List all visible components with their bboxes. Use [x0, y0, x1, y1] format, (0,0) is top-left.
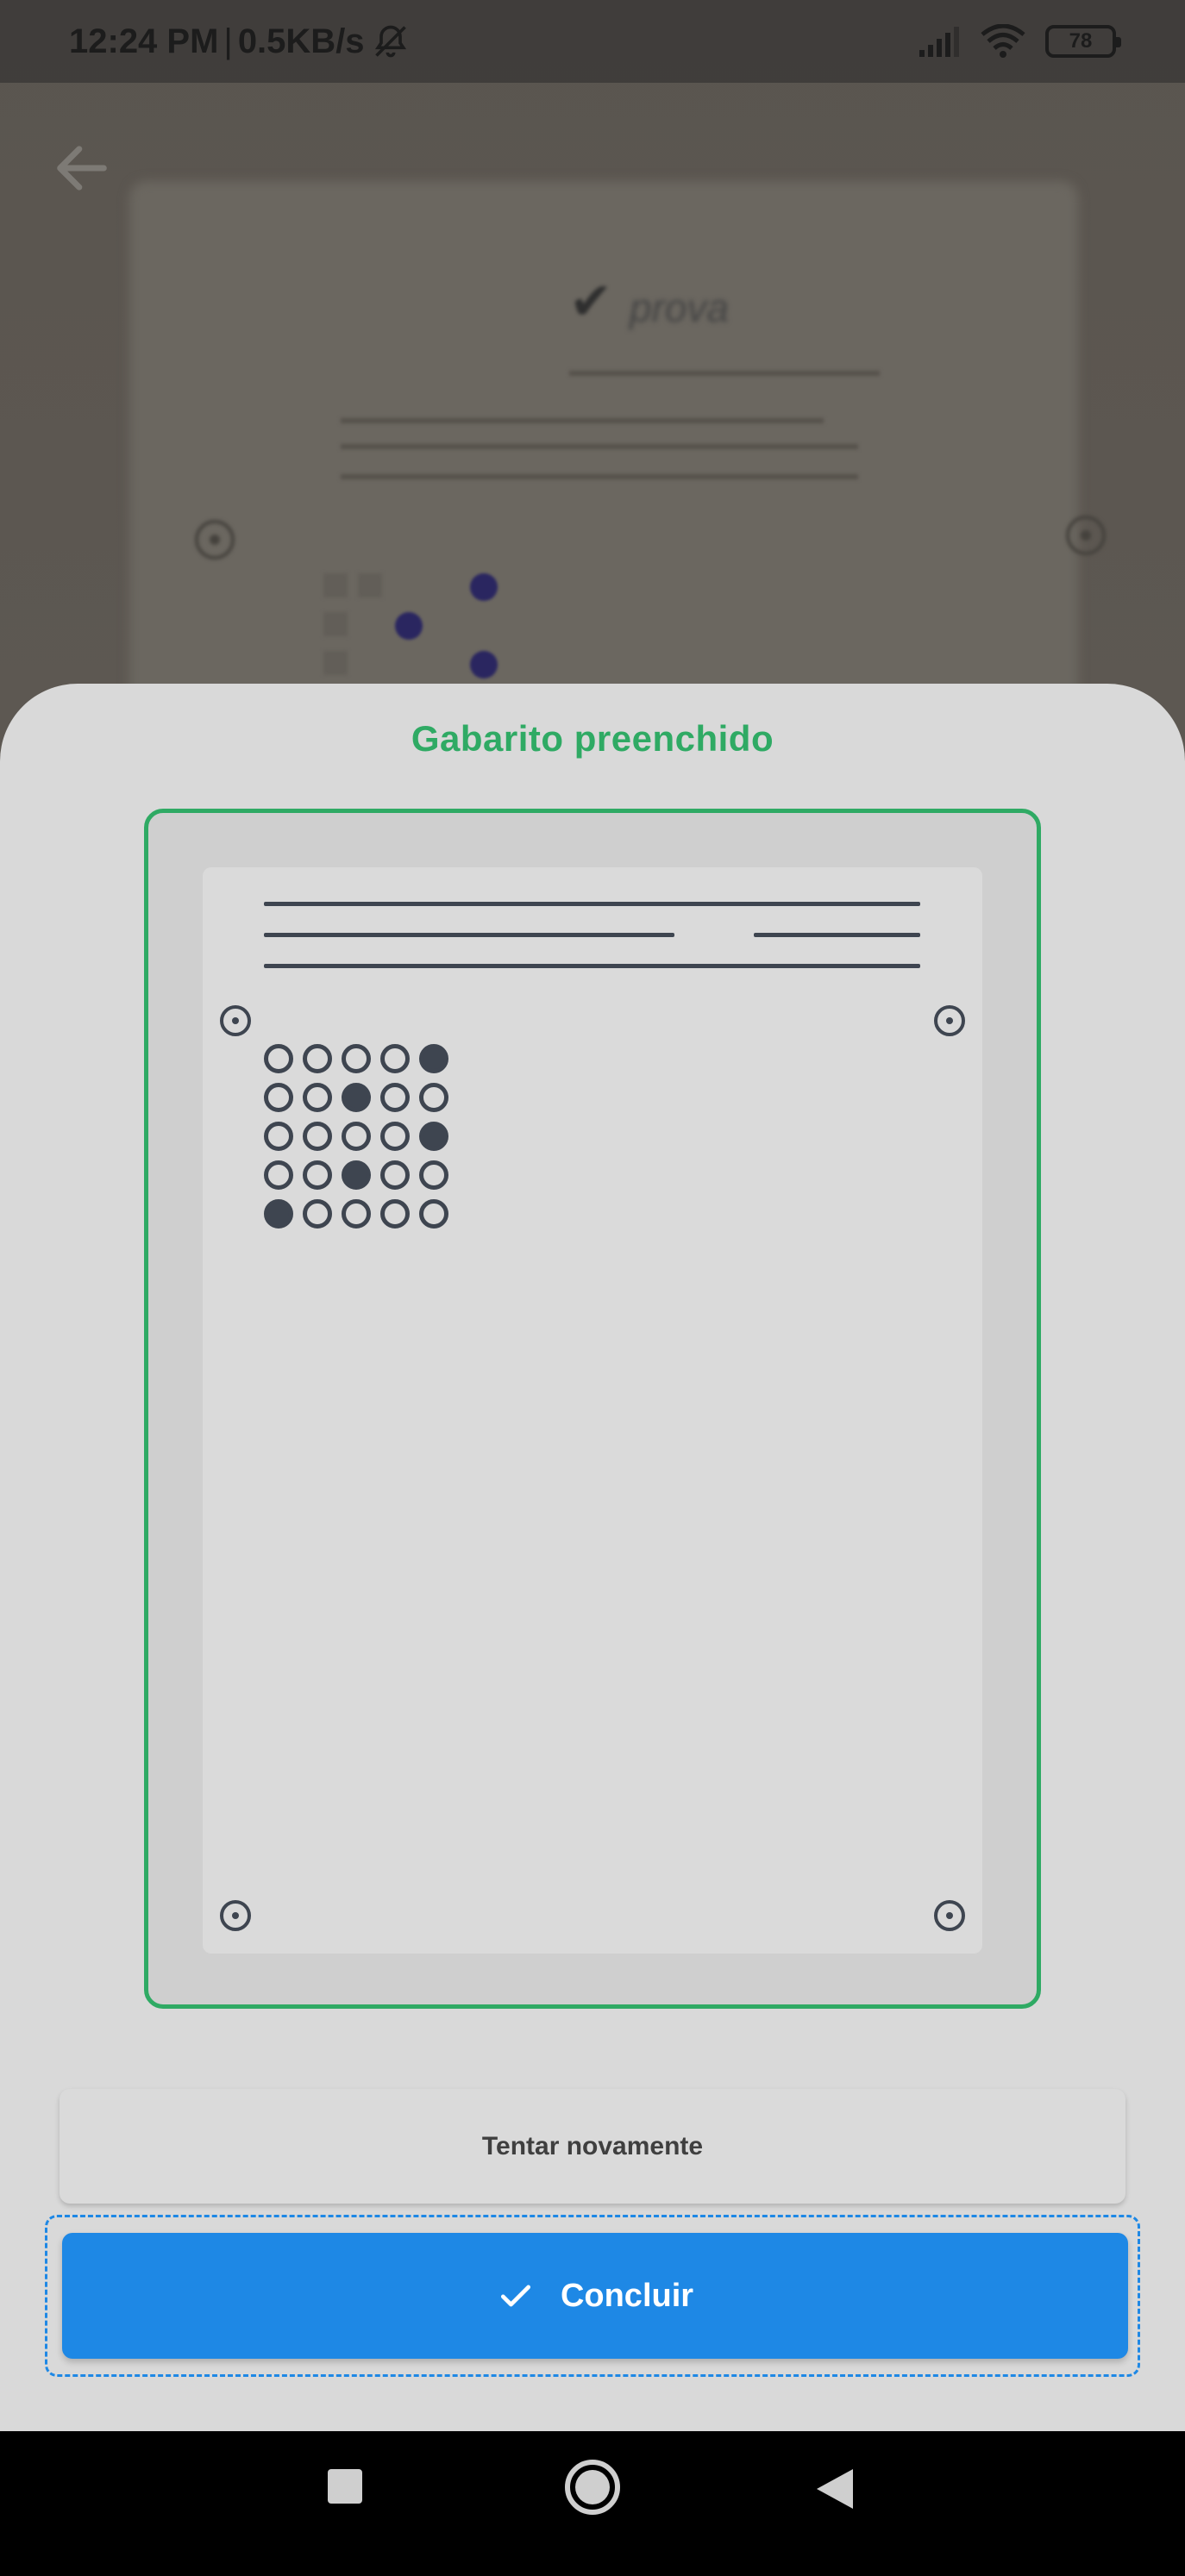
- blurred-target: [195, 520, 235, 560]
- alignment-target-bottom-left: [220, 1900, 251, 1931]
- confirm-focus-ring: Concluir: [45, 2215, 1140, 2377]
- blurred-cell: [323, 573, 348, 597]
- alignment-target-top-left: [220, 1005, 251, 1036]
- nav-home-button[interactable]: [562, 2457, 623, 2517]
- status-bar: 12:24 PM | 0.5KB/s 78: [0, 0, 1185, 83]
- header-line: [264, 902, 920, 906]
- header-line: [754, 933, 920, 937]
- network-speed: 0.5KB/s: [237, 22, 365, 60]
- answer-bubble: [419, 1199, 448, 1229]
- answer-bubble: [342, 1044, 371, 1073]
- alignment-target-bottom-right: [934, 1900, 965, 1931]
- answer-bubble-filled: [419, 1044, 448, 1073]
- battery-icon: 78: [1045, 25, 1121, 58]
- blurred-mark: [470, 651, 498, 678]
- blurred-logo-check: ✔: [569, 272, 613, 330]
- alignment-target-top-right: [934, 1005, 965, 1036]
- blurred-mark: [470, 573, 498, 601]
- blurred-mark: [395, 612, 423, 640]
- blurred-line: [341, 418, 824, 423]
- answer-bubble: [342, 1122, 371, 1151]
- blurred-logo: prova: [630, 285, 730, 330]
- status-separator: |: [223, 22, 233, 60]
- blurred-line: [341, 444, 858, 449]
- blurred-line: [569, 371, 880, 376]
- bell-off-icon: [372, 22, 410, 60]
- answer-bubble: [264, 1083, 293, 1112]
- answer-bubble-filled: [342, 1160, 371, 1190]
- arrow-left-icon: [49, 135, 115, 201]
- answer-bubble: [419, 1083, 448, 1112]
- square-icon: [328, 2469, 362, 2504]
- bottom-sheet: Gabarito preenchido Tentar novamente Con…: [0, 684, 1185, 2431]
- blurred-cell: [358, 573, 382, 597]
- answer-bubble-filled: [419, 1122, 448, 1151]
- answer-bubble: [264, 1122, 293, 1151]
- blurred-line: [341, 474, 858, 479]
- header-line: [264, 933, 674, 937]
- blurred-target: [1066, 516, 1106, 555]
- answer-bubble: [380, 1199, 410, 1229]
- signal-icon: [918, 26, 961, 57]
- answer-bubble: [264, 1044, 293, 1073]
- confirm-label: Concluir: [560, 2277, 694, 2314]
- answer-bubble-filled: [264, 1199, 293, 1229]
- answer-bubble: [380, 1122, 410, 1151]
- retry-button[interactable]: Tentar novamente: [60, 2089, 1125, 2204]
- answer-bubble: [380, 1160, 410, 1190]
- nav-back-button[interactable]: [815, 2467, 856, 2510]
- triangle-back-icon: [815, 2467, 856, 2510]
- battery-level: 78: [1069, 29, 1093, 53]
- answer-bubble: [380, 1044, 410, 1073]
- answer-bubble: [303, 1044, 332, 1073]
- answer-bubble: [303, 1160, 332, 1190]
- answer-bubble: [303, 1083, 332, 1112]
- answer-bubble: [380, 1083, 410, 1112]
- blurred-cell: [323, 612, 348, 636]
- answer-bubble: [342, 1199, 371, 1229]
- answer-bubble: [419, 1160, 448, 1190]
- answer-bubble: [303, 1122, 332, 1151]
- answer-bubble-filled: [342, 1083, 371, 1112]
- confirm-button[interactable]: Concluir: [62, 2233, 1128, 2359]
- circle-icon: [562, 2457, 623, 2517]
- blurred-cell: [323, 651, 348, 675]
- answer-bubble: [264, 1160, 293, 1190]
- wifi-icon: [980, 24, 1026, 59]
- answer-bubble: [303, 1199, 332, 1229]
- answer-sheet-preview: [144, 809, 1041, 2009]
- header-line: [264, 964, 920, 968]
- answer-sheet-paper: [203, 867, 982, 1954]
- back-button[interactable]: [43, 129, 121, 207]
- nav-recents-button[interactable]: [328, 2469, 366, 2507]
- check-icon: [497, 2277, 535, 2315]
- status-time: 12:24 PM: [69, 22, 219, 60]
- navigation-bar: [0, 2431, 1185, 2576]
- sheet-title: Gabarito preenchido: [411, 718, 774, 759]
